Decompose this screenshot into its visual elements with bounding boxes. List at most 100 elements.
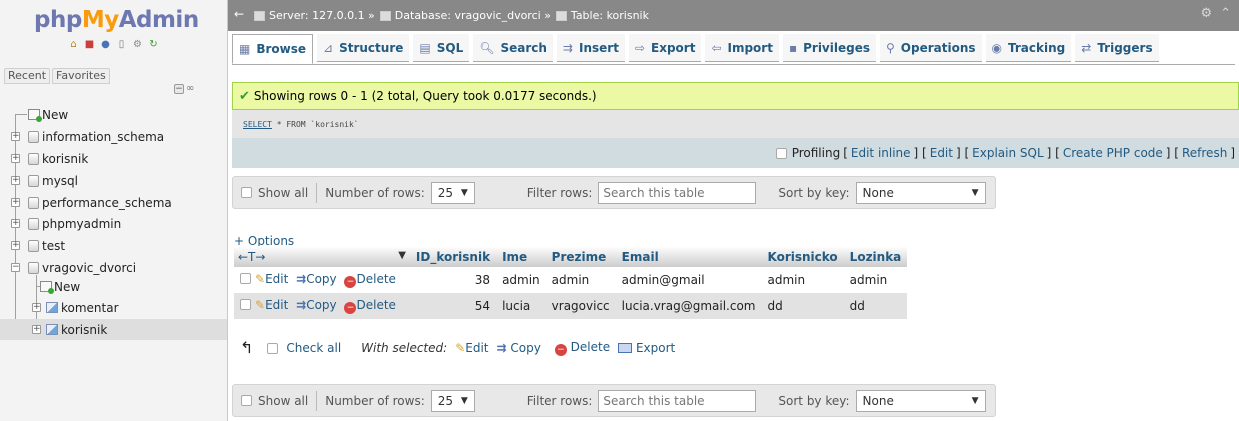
tab-structure[interactable]: ⊿ Structure (317, 34, 410, 62)
cell-email[interactable]: admin@gmail (615, 267, 762, 293)
copy-row-link[interactable]: Copy (306, 272, 336, 286)
tree-item-korisnik-db[interactable]: + korisnik (0, 148, 227, 169)
tree-item-mysql[interactable]: + mysql (0, 170, 227, 191)
breadcrumb-database[interactable]: Database: vragovic_dvorci » (395, 9, 551, 22)
breadcrumb-server[interactable]: Server: 127.0.0.1 » (269, 9, 375, 22)
database-icon[interactable]: ● (99, 38, 112, 51)
bulk-delete-button[interactable]: − Delete (554, 340, 610, 356)
delete-row-link[interactable]: Delete (356, 298, 395, 312)
expand-icon[interactable]: + (32, 325, 41, 334)
edit-row-link[interactable]: Edit (265, 272, 288, 286)
tree-item-performance-schema[interactable]: + performance_schema (0, 192, 227, 213)
show-all-checkbox[interactable] (241, 395, 252, 406)
tree-item-phpmyadmin[interactable]: + phpmyadmin (0, 213, 227, 234)
tab-search[interactable]: 🔍︎ Search (473, 34, 553, 62)
bulk-export-button[interactable]: Export (618, 341, 675, 355)
profiling-checkbox[interactable] (775, 147, 787, 159)
exit-icon[interactable]: ■ (83, 38, 96, 51)
explain-sql-link[interactable]: Explain SQL (972, 146, 1044, 160)
cell-id[interactable]: 54 (409, 293, 497, 319)
tab-import[interactable]: ⇦ Import (705, 34, 779, 62)
expand-icon[interactable]: + (11, 219, 20, 228)
create-php-code-link[interactable]: Create PHP code (1063, 146, 1163, 160)
column-header-korisnicko[interactable]: Korisnicko (761, 246, 844, 267)
number-of-rows-select[interactable]: 25 ▼ (430, 181, 475, 204)
row-checkbox[interactable] (240, 299, 251, 310)
column-header-lozinka[interactable]: Lozinka (843, 246, 908, 267)
tree-item-new-table[interactable]: New (0, 276, 227, 297)
sql-keyword-select[interactable]: SELECT (243, 120, 272, 129)
cell-ime[interactable]: lucia (496, 293, 546, 319)
column-resize-handle[interactable]: ←T→ ▼ (234, 246, 410, 267)
link-with-main-icon[interactable]: ∞ (186, 83, 194, 94)
column-header-ime[interactable]: Ime (496, 246, 546, 267)
settings-icon[interactable]: ⚙ (131, 38, 144, 51)
tab-triggers[interactable]: ⇄ Triggers (1075, 34, 1159, 62)
cell-prezime[interactable]: admin (545, 267, 616, 293)
delete-icon[interactable]: − (344, 302, 357, 314)
pencil-icon[interactable]: ✎ (255, 272, 265, 286)
collapse-all-button[interactable]: − (174, 83, 184, 94)
bulk-copy-button[interactable]: ⇉ Copy (497, 341, 541, 355)
expand-icon[interactable]: + (11, 154, 20, 163)
row-checkbox[interactable] (240, 273, 251, 284)
edit-row-link[interactable]: Edit (265, 298, 288, 312)
refresh-link[interactable]: Refresh (1182, 146, 1227, 160)
phpmyadmin-logo[interactable]: phpMyAdmin (34, 6, 199, 34)
tab-operations[interactable]: ⚲ Operations (880, 34, 982, 62)
tree-item-information-schema[interactable]: + information_schema (0, 126, 227, 147)
sort-by-key-select[interactable]: None ▼ (855, 389, 986, 412)
cell-lozinka[interactable]: admin (843, 267, 908, 293)
gear-icon[interactable]: ⚙ (1200, 6, 1212, 21)
filter-rows-input[interactable]: Search this table (598, 181, 757, 204)
sort-triangle-icon[interactable]: ▼ (398, 250, 406, 261)
expand-icon[interactable]: + (11, 176, 20, 185)
copy-icon[interactable]: ⇉ (296, 272, 306, 286)
expand-icon[interactable]: + (11, 132, 20, 141)
tree-item-korisnik-table[interactable]: + korisnik (0, 319, 227, 340)
check-all-label[interactable]: Check all (286, 341, 341, 355)
breadcrumb-table[interactable]: Table: korisnik (571, 9, 649, 22)
check-all-checkbox[interactable] (267, 342, 279, 354)
expand-icon[interactable]: + (11, 198, 20, 207)
sort-by-key-select[interactable]: None ▼ (855, 181, 986, 204)
tree-item-new[interactable]: New (0, 104, 227, 125)
tab-privileges[interactable]: ▪ Privileges (782, 34, 876, 62)
cell-lozinka[interactable]: dd (843, 293, 908, 319)
bulk-edit-button[interactable]: ✎Edit (455, 341, 488, 355)
cell-id[interactable]: 38 (409, 267, 497, 293)
delete-icon[interactable]: − (344, 276, 357, 288)
tree-item-test[interactable]: + test (0, 235, 227, 256)
edit-link[interactable]: Edit (930, 146, 953, 160)
tab-favorites[interactable]: Favorites (52, 68, 110, 84)
pencil-icon[interactable]: ✎ (255, 298, 265, 312)
tab-insert[interactable]: ⇉ Insert (556, 34, 625, 62)
cell-ime[interactable]: admin (496, 267, 546, 293)
expand-icon[interactable]: + (32, 303, 41, 312)
sql-query-box[interactable]: SELECT * FROM `korisnik` (232, 110, 1239, 138)
show-all-checkbox[interactable] (241, 187, 252, 198)
tree-item-komentar[interactable]: + komentar (0, 297, 227, 318)
column-header-email[interactable]: Email (615, 246, 762, 267)
copy-icon[interactable]: ⇉ (296, 298, 306, 312)
cell-prezime[interactable]: vragovicc (545, 293, 616, 319)
cell-email[interactable]: lucia.vrag@gmail.com (615, 293, 762, 319)
reload-icon[interactable]: ↻ (147, 38, 160, 51)
collapse-icon[interactable]: − (11, 263, 20, 272)
tab-export[interactable]: ⇨ Export (628, 34, 702, 62)
filter-rows-input[interactable]: Search this table (598, 389, 757, 412)
number-of-rows-select[interactable]: 25 ▼ (430, 389, 475, 412)
tab-sql[interactable]: ▤ SQL (413, 34, 470, 62)
back-arrow-icon[interactable]: ← (234, 7, 244, 21)
tab-browse[interactable]: ▦ Browse (232, 34, 314, 64)
docs-icon[interactable]: ▯ (115, 38, 128, 51)
home-icon[interactable]: ⌂ (67, 38, 80, 51)
tab-tracking[interactable]: ◉ Tracking (985, 34, 1072, 62)
tab-recent[interactable]: Recent (4, 68, 51, 84)
collapse-top-icon[interactable]: ⌃ (1220, 6, 1231, 21)
edit-inline-link[interactable]: Edit inline (851, 146, 911, 160)
copy-row-link[interactable]: Copy (306, 298, 336, 312)
cell-korisnicko[interactable]: dd (761, 293, 844, 319)
delete-row-link[interactable]: Delete (356, 272, 395, 286)
column-header-id[interactable]: ID_korisnik (409, 246, 497, 267)
